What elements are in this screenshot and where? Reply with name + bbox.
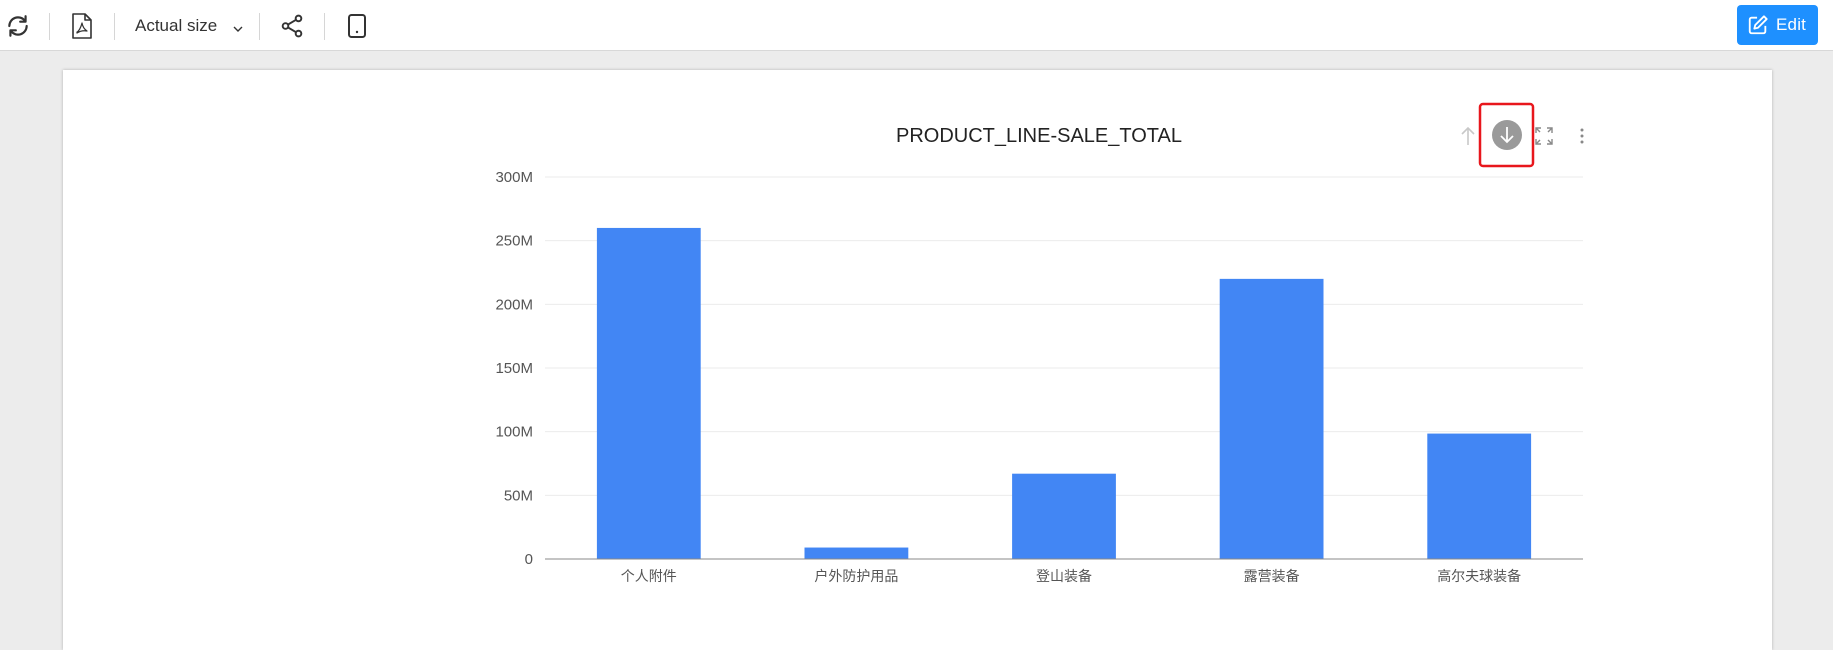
fullscreen-icon[interactable] (1535, 127, 1553, 145)
more-vertical-icon[interactable] (1580, 128, 1584, 144)
y-axis: 0 50M 100M 150M 200M 250M 300M (495, 169, 533, 568)
y-tick-label: 200M (495, 296, 533, 313)
edit-button-label: Edit (1776, 15, 1807, 34)
edit-button[interactable]: Edit (1737, 5, 1818, 45)
x-tick-label: 户外防护用品 (814, 568, 898, 585)
arrow-up-icon[interactable] (1461, 126, 1475, 145)
bar[interactable] (1427, 433, 1532, 559)
x-tick-label: 登山装备 (1036, 568, 1092, 585)
tablet-icon[interactable] (345, 8, 369, 44)
bar[interactable] (804, 547, 909, 559)
x-tick-label: 露营装备 (1244, 568, 1300, 585)
y-tick-label: 250M (495, 233, 533, 250)
download-icon[interactable] (1492, 120, 1522, 150)
share-icon[interactable] (279, 8, 305, 44)
bar-chart: 0 50M 100M 150M 200M 250M 300M 个人附件 户外防护用品 登山装备 露… (495, 102, 1584, 585)
toolbar-divider (49, 13, 50, 40)
zoom-select[interactable]: Actual size (124, 8, 250, 44)
x-axis: 个人附件 户外防护用品 登山装备 露营装备 高尔夫球装备 (545, 558, 1583, 585)
report-canvas: 0 50M 100M 150M 200M 250M 300M 个人附件 户外防护用品 登山装备 露… (63, 70, 1772, 650)
bar[interactable] (1012, 473, 1116, 559)
bar-series (596, 227, 1532, 559)
bar[interactable] (596, 227, 701, 559)
refresh-icon[interactable] (4, 8, 32, 44)
bar[interactable] (1219, 278, 1324, 559)
toolbar-divider (324, 13, 325, 40)
y-tick-label: 300M (495, 169, 533, 186)
edit-icon (1747, 14, 1769, 36)
y-tick-label: 150M (495, 360, 533, 377)
zoom-select-value: Actual size (135, 16, 218, 35)
pdf-icon[interactable] (70, 8, 94, 44)
x-tick-label: 高尔夫球装备 (1437, 568, 1521, 585)
x-tick-label: 个人附件 (621, 569, 677, 585)
toolbar-divider (114, 13, 115, 40)
toolbar: Actual size Edit (0, 0, 1833, 51)
chart-title: PRODUCT_LINE-SALE_TOTAL (896, 125, 1182, 147)
y-tick-label: 50M (504, 487, 533, 504)
chevron-down-icon (232, 20, 244, 40)
toolbar-divider (259, 13, 260, 40)
y-tick-label: 100M (495, 424, 533, 441)
y-tick-label: 0 (525, 551, 533, 568)
